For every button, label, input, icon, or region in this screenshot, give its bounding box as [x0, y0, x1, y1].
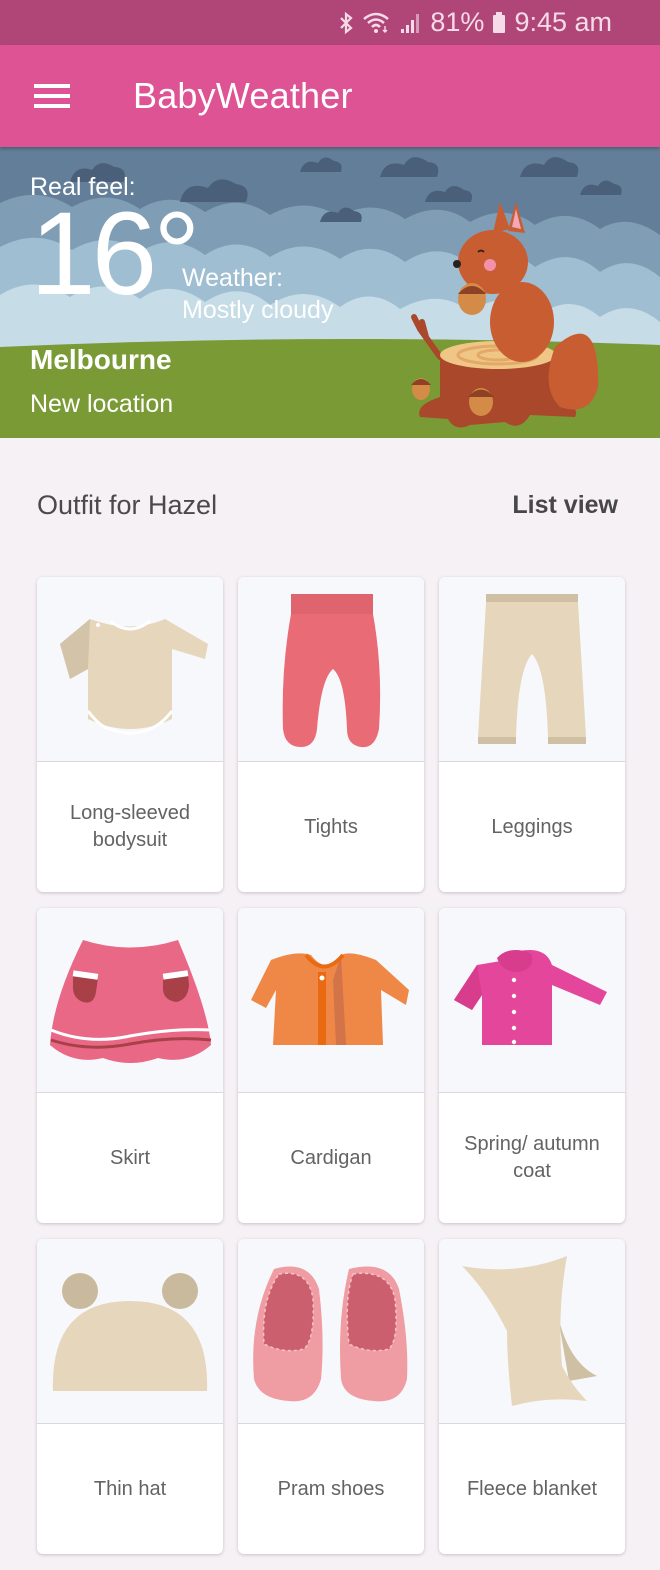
outfit-card-image: [439, 577, 625, 762]
outfit-card-label: Leggings: [491, 815, 573, 838]
leggings-icon: [478, 594, 586, 744]
temperature: 16°: [30, 188, 200, 320]
outfit-card-coat[interactable]: Spring/ autumn coat: [439, 908, 625, 1223]
outfit-card-cardigan[interactable]: Cardigan: [238, 908, 424, 1223]
clock: 9:45 am: [514, 7, 612, 37]
outfit-card-bodysuit[interactable]: Long-sleeved bodysuit: [37, 577, 223, 892]
outfit-card-fleece-blanket[interactable]: Fleece blanket: [439, 1239, 625, 1554]
outfit-card-label: Pram shoes: [277, 1477, 385, 1500]
outfit-card-tights[interactable]: Tights: [238, 577, 424, 892]
outfit-card-image: [439, 1239, 625, 1424]
cardigan-icon: [251, 953, 409, 1045]
battery-icon: [492, 11, 506, 35]
outfit-card-label: Cardigan: [290, 1146, 372, 1169]
weather-hero: Real feel: 16° Weather: Mostly cloudy Me…: [0, 147, 660, 438]
hamburger-menu-icon: [34, 84, 70, 108]
new-location-link[interactable]: New location: [30, 390, 173, 419]
outfit-grid: Long-sleeved bodysuit Tights Leggings Sk…: [37, 577, 626, 1554]
outfit-card-image: [37, 908, 223, 1093]
status-bar: 81% 9:45 am: [0, 0, 660, 45]
coat-icon: [454, 950, 607, 1045]
outfit-card-label: Skirt: [110, 1146, 150, 1169]
outfit-card-pram-shoes[interactable]: Pram shoes: [238, 1239, 424, 1554]
outfit-card-label: Tights: [304, 815, 358, 838]
location-city[interactable]: Melbourne: [30, 344, 172, 376]
outfit-title: Outfit for Hazel: [37, 490, 218, 520]
shoes-icon: [252, 1266, 407, 1401]
bluetooth-icon: [338, 11, 354, 35]
weather-condition: Mostly cloudy: [182, 296, 334, 324]
tights-icon: [282, 594, 381, 748]
skirt-icon: [49, 940, 211, 1063]
bodysuit-icon: [60, 619, 208, 735]
outfit-card-image: [238, 908, 424, 1093]
list-view-button[interactable]: List view: [512, 491, 618, 520]
outfit-card-label: Thin hat: [93, 1477, 167, 1500]
outfit-header: Outfit for Hazel List view: [37, 490, 618, 521]
menu-button[interactable]: [17, 66, 87, 126]
weather-label: Weather:: [182, 264, 283, 292]
app-bar: BabyWeather: [0, 45, 660, 147]
outfit-card-image: [238, 577, 424, 762]
outfit-card-label: Spring/ autumn coat: [464, 1133, 600, 1182]
outfit-card-leggings[interactable]: Leggings: [439, 577, 625, 892]
outfit-card-label: Long-sleeved bodysuit: [69, 802, 191, 851]
outfit-card-image: [37, 577, 223, 762]
outfit-card-image: [238, 1239, 424, 1424]
blanket-icon: [462, 1256, 597, 1406]
outfit-card-label: Fleece blanket: [466, 1477, 598, 1500]
wifi-icon: [362, 11, 392, 35]
outfit-card-skirt[interactable]: Skirt: [37, 908, 223, 1223]
outfit-card-image: [439, 908, 625, 1093]
outfit-card-image: [37, 1239, 223, 1424]
hat-icon: [52, 1273, 208, 1391]
battery-percent: 81%: [430, 7, 485, 37]
app-title: BabyWeather: [133, 75, 353, 116]
signal-icon: [400, 11, 422, 35]
outfit-card-hat[interactable]: Thin hat: [37, 1239, 223, 1554]
